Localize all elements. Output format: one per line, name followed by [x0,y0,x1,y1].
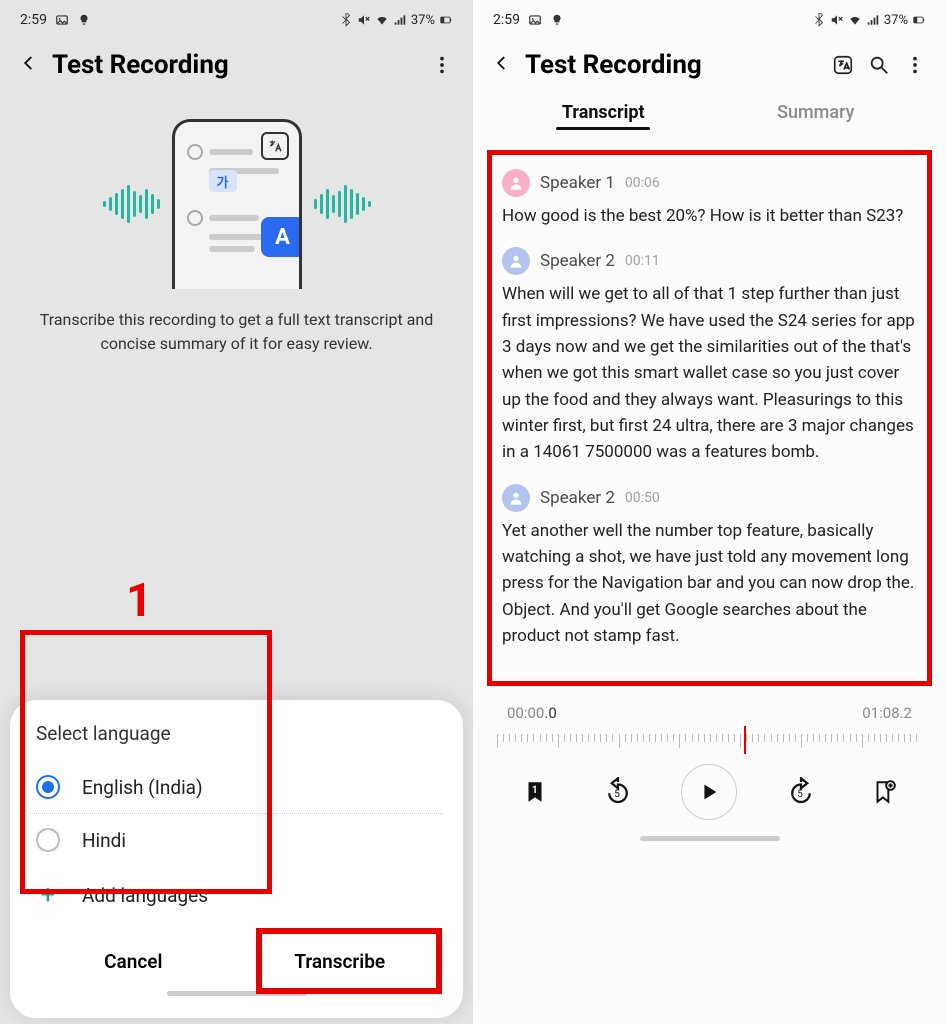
battery-icon [439,13,453,27]
wifi-icon [848,13,862,27]
app-header: Test Recording [473,40,946,94]
speaker-name: Speaker 2 [540,488,615,508]
speaker-avatar [502,247,530,275]
battery-percent: 37% [884,13,908,28]
korean-badge: 가 [209,170,237,192]
more-icon[interactable] [904,54,926,76]
latin-badge: A [261,217,302,257]
status-bar: 2:59 37% [0,0,473,40]
playhead[interactable] [744,726,746,754]
transcribe-button[interactable]: Transcribe [237,934,444,989]
waveform-right [314,185,371,223]
back-icon[interactable] [493,54,511,76]
play-button[interactable] [681,764,737,820]
search-icon[interactable] [868,54,890,76]
entry-text: When will we get to all of that 1 step f… [502,281,917,465]
entry-text: Yet another well the number top feature,… [502,518,917,650]
page-title: Test Recording [525,50,818,80]
annotation-1: 1 [126,574,152,628]
radio-icon[interactable] [36,828,60,852]
add-languages-label: Add languages [82,884,208,907]
promo-text: Transcribe this recording to get a full … [20,308,453,356]
bulb-icon [77,13,91,27]
translate-icon[interactable] [832,54,854,76]
radio-selected-icon[interactable] [36,775,60,799]
translate-icon [261,132,289,160]
speaker-avatar [502,484,530,512]
bluetooth-icon [339,13,353,27]
language-sheet: Select language English (India) Hindi + … [10,700,463,1018]
transcript-entry[interactable]: Speaker 2 00:11 When will we get to all of… [502,247,917,465]
wifi-icon [375,13,389,27]
transcribe-promo: 가 A Transcribe this recording to get a f… [0,94,473,376]
tab-summary[interactable]: Summary [710,94,923,140]
language-label: English (India) [82,776,203,799]
image-icon [528,13,542,27]
entry-timestamp: 00:50 [625,490,660,506]
add-bookmark-button[interactable] [864,772,904,812]
status-bar: 2:59 37% [473,0,946,40]
transcript-entry[interactable]: Speaker 2 00:50 Yet another well the numbe… [502,484,917,650]
language-option-hindi[interactable]: Hindi [30,813,443,866]
status-time: 2:59 [20,12,47,28]
mute-icon [830,13,844,27]
speaker-name: Speaker 1 [540,173,615,193]
bookmark-button[interactable]: 1 [515,772,555,812]
transcript-highlight: Speaker 1 00:06 How good is the best 20%? … [487,150,932,686]
svg-text:5: 5 [614,789,620,800]
tab-bar: Transcript Summary [473,94,946,140]
bookmark-count: 1 [532,785,538,796]
image-icon [55,13,69,27]
status-time: 2:59 [493,12,520,28]
more-icon[interactable] [431,54,453,76]
waveform-left [103,185,160,223]
speaker-avatar [502,169,530,197]
page-title: Test Recording [52,50,417,80]
timeline-scrubber[interactable] [497,726,922,756]
nav-pill [640,836,780,841]
mute-icon [357,13,371,27]
battery-percent: 37% [411,13,435,28]
speaker-name: Speaker 2 [540,251,615,271]
playback-controls: 1 5 5 [473,756,946,834]
entry-text: How good is the best 20%? How is it bett… [502,203,917,229]
screenshot-right: 2:59 37% Test Recording [473,0,946,1024]
sheet-title: Select language [36,722,443,745]
language-label: Hindi [82,829,126,852]
rewind-5-button[interactable]: 5 [598,772,638,812]
duration: 01:08.2 [862,704,912,722]
svg-text:5: 5 [797,789,803,800]
tab-transcript-label: Transcript [562,102,645,123]
language-option-english[interactable]: English (India) [30,761,443,813]
entry-timestamp: 00:06 [625,175,660,191]
back-icon[interactable] [20,54,38,76]
current-time: 00:00.0 [507,704,557,722]
signal-icon [393,13,407,27]
bulb-icon [550,13,564,27]
tab-transcript[interactable]: Transcript [497,94,710,140]
transcript-entry[interactable]: Speaker 1 00:06 How good is the best 20%? … [502,169,917,229]
cancel-button[interactable]: Cancel [30,934,237,989]
forward-5-button[interactable]: 5 [781,772,821,812]
app-header: Test Recording [0,40,473,94]
signal-icon [866,13,880,27]
bluetooth-icon [812,13,826,27]
screenshot-left: 2:59 37% Test Recording [0,0,473,1024]
entry-timestamp: 00:11 [625,253,660,269]
nav-pill [167,991,307,996]
transcribe-illustration: 가 A [107,114,367,294]
plus-icon: + [36,880,60,910]
playback-time: 00:00.0 01:08.2 [473,686,946,726]
tab-summary-label: Summary [777,102,854,123]
add-languages[interactable]: + Add languages [30,866,443,924]
battery-icon [912,13,926,27]
